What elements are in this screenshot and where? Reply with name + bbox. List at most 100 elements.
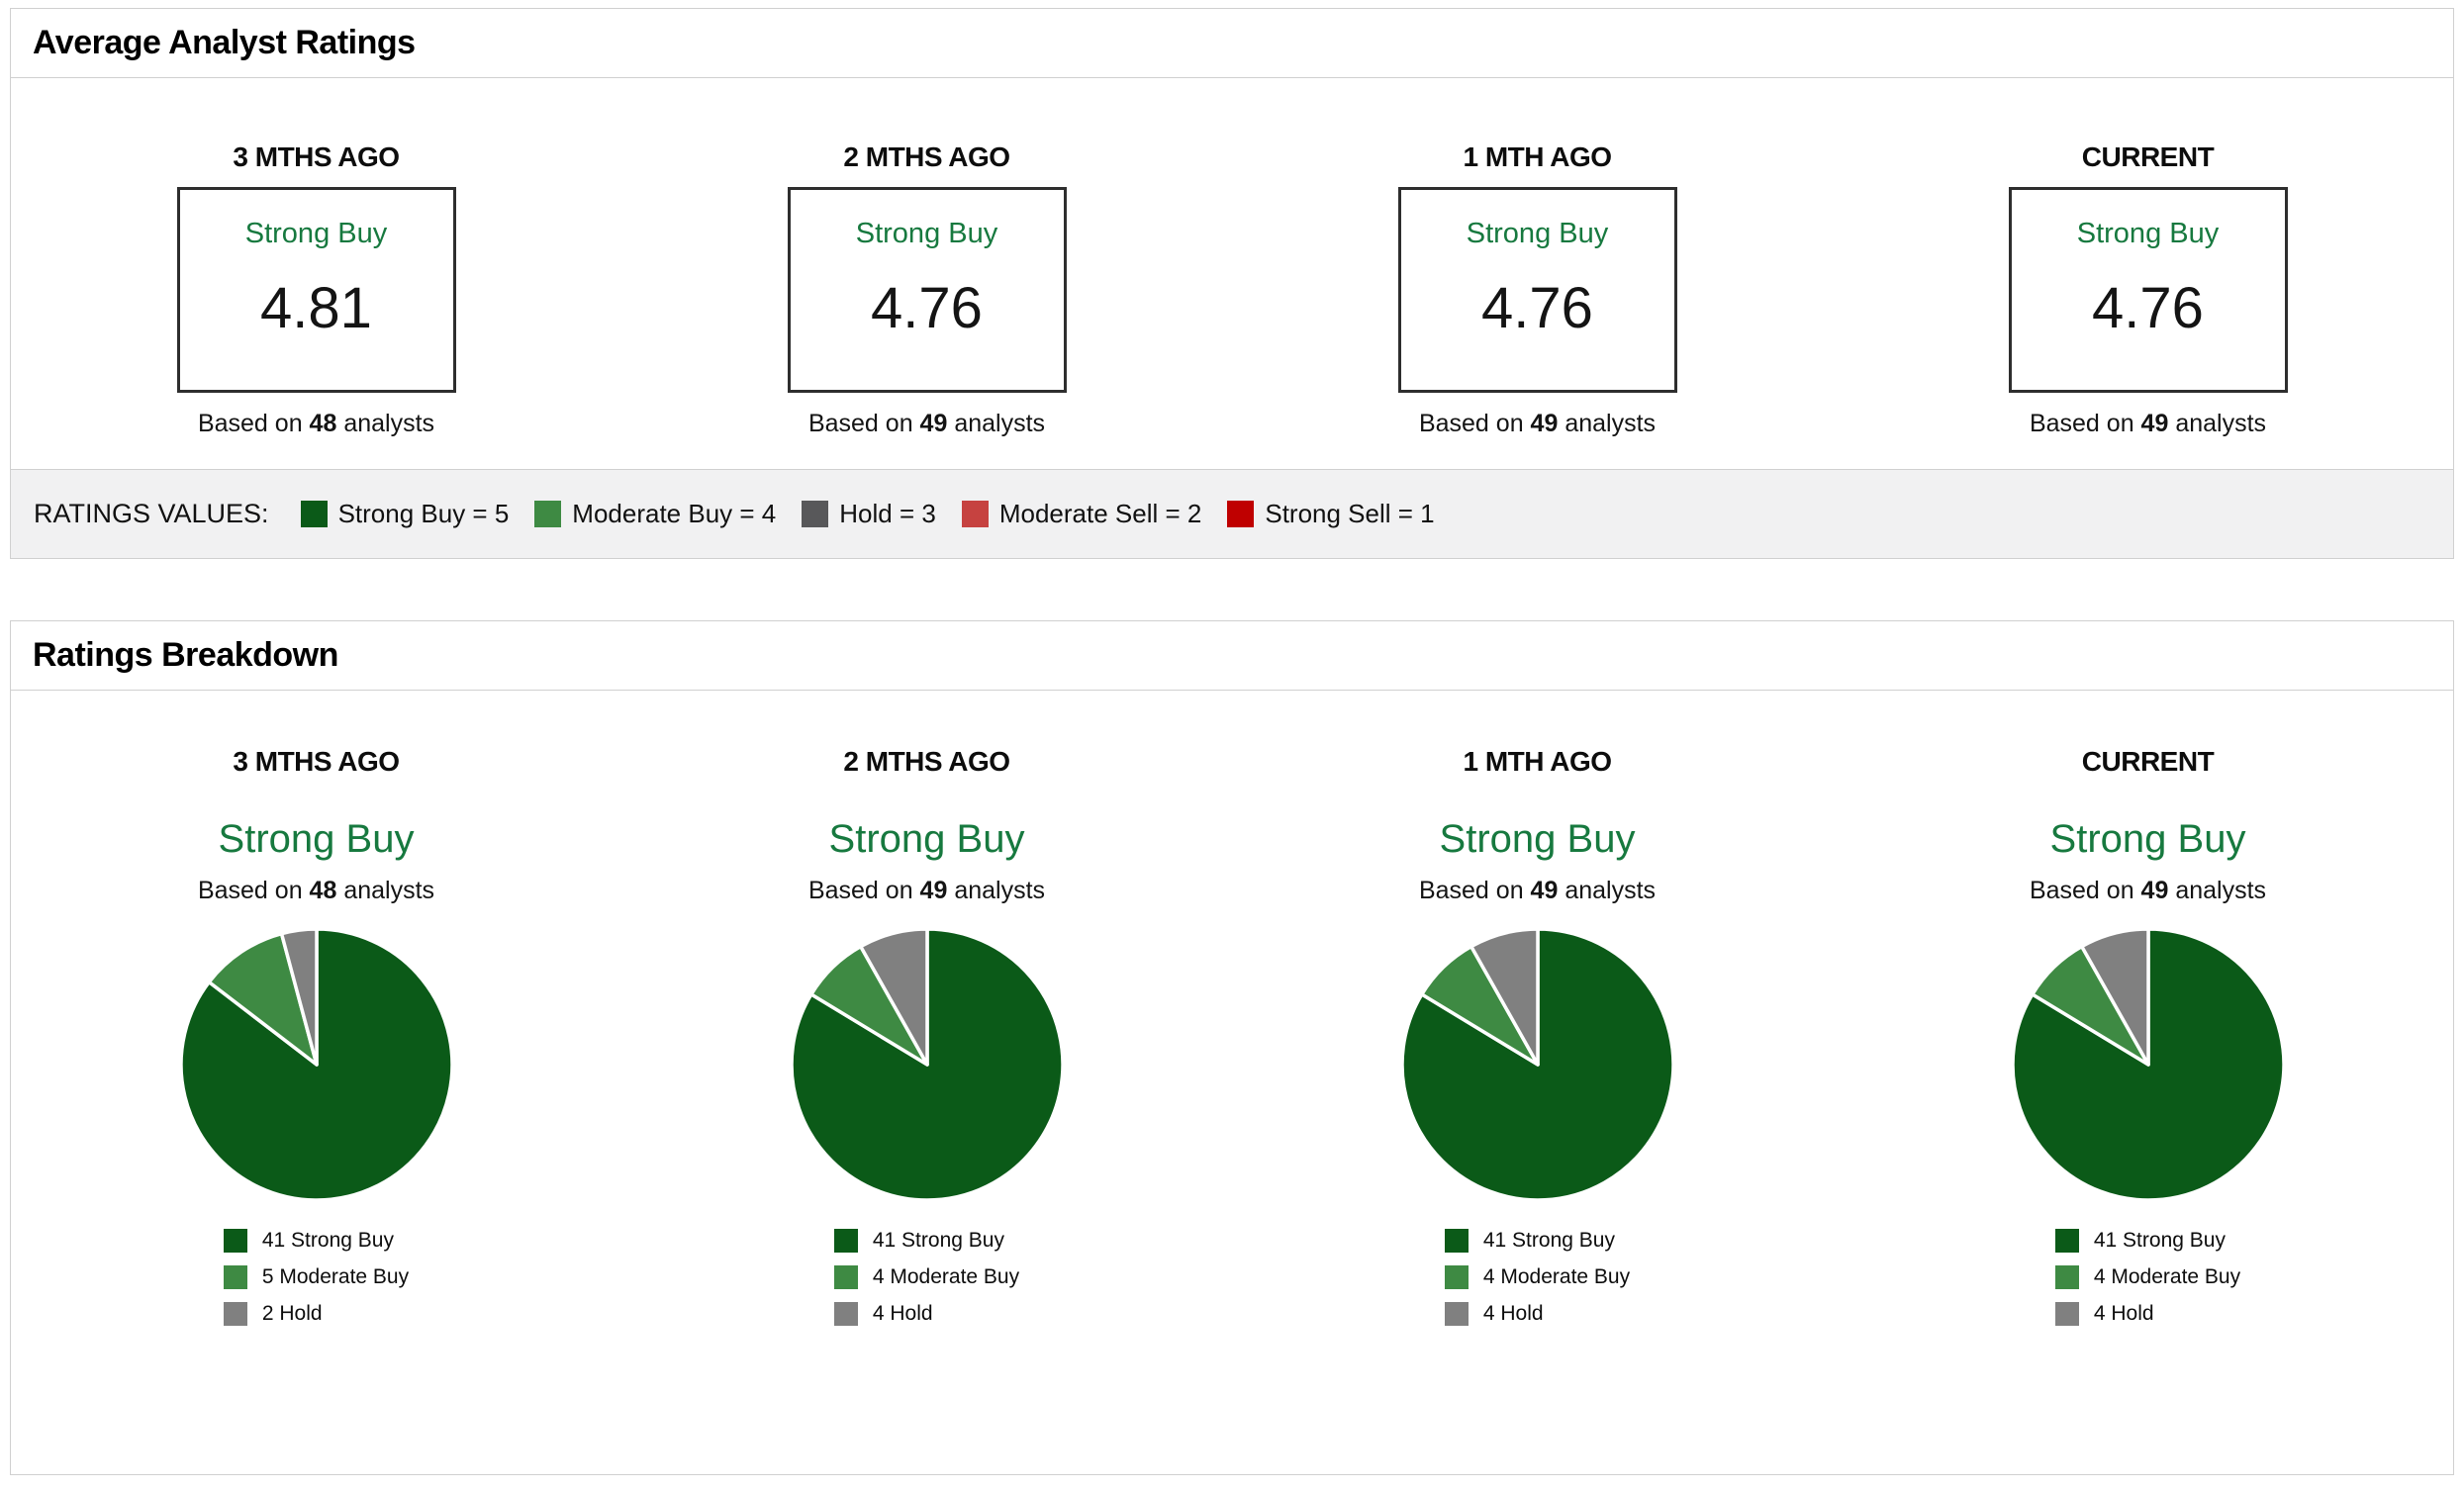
ratings-pie-chart <box>1399 926 1676 1203</box>
legend-item-label: Moderate Buy = 4 <box>572 499 776 529</box>
average-column-3mths: 3 MTHS AGO Strong Buy 4.81 Based on 48 a… <box>11 141 621 469</box>
based-on-prefix: Based on <box>2030 877 2134 904</box>
moderate-buy-swatch <box>224 1265 247 1289</box>
legend-item-moderate-sell: Moderate Sell = 2 <box>962 499 1202 529</box>
ratings-breakdown-title: Ratings Breakdown <box>33 636 338 675</box>
ratings-pie-chart <box>2010 926 2287 1203</box>
legend-item-label: Strong Buy = 5 <box>338 499 510 529</box>
average-score: 4.81 <box>260 278 372 339</box>
pie-legend-label: 4 Moderate Buy <box>873 1265 1019 1289</box>
pie-legend-label: 41 Strong Buy <box>262 1229 394 1253</box>
based-on-prefix: Based on <box>198 410 303 437</box>
average-ratings-body: 3 MTHS AGO Strong Buy 4.81 Based on 48 a… <box>11 78 2453 469</box>
legend-item-strong-buy: Strong Buy = 5 <box>301 499 510 529</box>
consensus-label: Strong Buy <box>2050 816 2246 862</box>
pie-legend: 41 Strong Buy 4 Moderate Buy 4 Hold <box>1445 1229 1630 1326</box>
average-column-current: CURRENT Strong Buy 4.76 Based on 49 anal… <box>1843 141 2453 469</box>
pie-legend-label: 41 Strong Buy <box>1483 1229 1615 1253</box>
analyst-count: 49 <box>1531 410 1559 437</box>
legend-item-label: Strong Sell = 1 <box>1265 499 1434 529</box>
hold-swatch <box>2055 1302 2079 1326</box>
based-on-analysts: Based on 49 analysts <box>2030 877 2266 905</box>
based-on-suffix: analysts <box>1564 877 1656 904</box>
based-on-suffix: analysts <box>954 410 1045 437</box>
moderate-buy-swatch <box>1445 1265 1469 1289</box>
strong-buy-swatch <box>834 1229 858 1253</box>
ratings-values-legend: RATINGS VALUES: Strong Buy = 5 Moderate … <box>11 469 2453 558</box>
based-on-prefix: Based on <box>808 410 913 437</box>
hold-swatch <box>834 1302 858 1326</box>
pie-legend-row-moderate-buy: 5 Moderate Buy <box>224 1265 409 1289</box>
legend-item-hold: Hold = 3 <box>802 499 936 529</box>
average-column-2mths: 2 MTHS AGO Strong Buy 4.76 Based on 49 a… <box>621 141 1232 469</box>
analyst-count: 49 <box>920 410 948 437</box>
based-on-analysts: Based on 49 analysts <box>1419 410 1656 438</box>
average-column-1mth: 1 MTH AGO Strong Buy 4.76 Based on 49 an… <box>1232 141 1843 469</box>
based-on-suffix: analysts <box>1564 410 1656 437</box>
rating-score-box: Strong Buy 4.76 <box>1398 187 1677 393</box>
based-on-analysts: Based on 48 analysts <box>198 410 434 438</box>
pie-legend-row-hold: 4 Hold <box>834 1302 1019 1326</box>
hold-swatch <box>1445 1302 1469 1326</box>
ratings-values-label: RATINGS VALUES: <box>34 499 269 529</box>
consensus-label: Strong Buy <box>1440 816 1636 862</box>
period-label: 1 MTH AGO <box>1463 746 1611 778</box>
based-on-prefix: Based on <box>198 877 303 904</box>
hold-swatch <box>802 501 828 527</box>
consensus-label: Strong Buy <box>2077 218 2219 250</box>
pie-legend-label: 41 Strong Buy <box>2094 1229 2226 1253</box>
ratings-breakdown-header: Ratings Breakdown <box>11 621 2453 691</box>
analyst-count: 49 <box>1531 877 1559 904</box>
based-on-analysts: Based on 49 analysts <box>2030 410 2266 438</box>
hold-swatch <box>224 1302 247 1326</box>
breakdown-column-current: CURRENT Strong Buy Based on 49 analysts … <box>1843 746 2453 1474</box>
pie-legend: 41 Strong Buy 4 Moderate Buy 4 Hold <box>2055 1229 2240 1326</box>
analyst-count: 48 <box>310 877 337 904</box>
pie-legend-row-strong-buy: 41 Strong Buy <box>224 1229 409 1253</box>
ratings-pie-chart <box>789 926 1066 1203</box>
legend-item-label: Hold = 3 <box>839 499 936 529</box>
pie-legend-row-hold: 2 Hold <box>224 1302 409 1326</box>
breakdown-column-3mths: 3 MTHS AGO Strong Buy Based on 48 analys… <box>11 746 621 1474</box>
legend-item-strong-sell: Strong Sell = 1 <box>1227 499 1434 529</box>
pie-legend-row-moderate-buy: 4 Moderate Buy <box>834 1265 1019 1289</box>
based-on-suffix: analysts <box>954 877 1045 904</box>
period-label: 3 MTHS AGO <box>233 746 399 778</box>
pie-legend-label: 4 Moderate Buy <box>2094 1265 2240 1289</box>
based-on-suffix: analysts <box>343 877 434 904</box>
consensus-label: Strong Buy <box>829 816 1025 862</box>
based-on-suffix: analysts <box>343 410 434 437</box>
legend-item-label: Moderate Sell = 2 <box>999 499 1202 529</box>
moderate-buy-swatch <box>2055 1265 2079 1289</box>
breakdown-column-1mth: 1 MTH AGO Strong Buy Based on 49 analyst… <box>1232 746 1843 1474</box>
moderate-sell-swatch <box>962 501 989 527</box>
rating-score-box: Strong Buy 4.81 <box>177 187 456 393</box>
pie-legend-label: 2 Hold <box>262 1302 323 1326</box>
strong-buy-swatch <box>301 501 328 527</box>
consensus-label: Strong Buy <box>1467 218 1608 250</box>
legend-item-moderate-buy: Moderate Buy = 4 <box>534 499 776 529</box>
average-ratings-panel: Average Analyst Ratings 3 MTHS AGO Stron… <box>10 8 2454 559</box>
pie-legend-row-strong-buy: 41 Strong Buy <box>834 1229 1019 1253</box>
based-on-prefix: Based on <box>1419 877 1524 904</box>
average-ratings-title: Average Analyst Ratings <box>33 24 416 62</box>
analyst-count: 49 <box>2141 877 2169 904</box>
pie-legend-label: 41 Strong Buy <box>873 1229 1004 1253</box>
analyst-count: 49 <box>920 877 948 904</box>
rating-score-box: Strong Buy 4.76 <box>788 187 1067 393</box>
based-on-analysts: Based on 49 analysts <box>1419 877 1656 905</box>
average-score: 4.76 <box>871 278 983 339</box>
strong-buy-swatch <box>1445 1229 1469 1253</box>
based-on-suffix: analysts <box>2175 410 2266 437</box>
based-on-analysts: Based on 48 analysts <box>198 877 434 905</box>
pie-legend-row-moderate-buy: 4 Moderate Buy <box>2055 1265 2240 1289</box>
strong-buy-swatch <box>224 1229 247 1253</box>
pie-legend: 41 Strong Buy 5 Moderate Buy 2 Hold <box>224 1229 409 1326</box>
pie-legend-row-hold: 4 Hold <box>1445 1302 1630 1326</box>
based-on-prefix: Based on <box>2030 410 2134 437</box>
ratings-breakdown-body: 3 MTHS AGO Strong Buy Based on 48 analys… <box>11 691 2453 1474</box>
analyst-count: 49 <box>2141 410 2169 437</box>
pie-legend-row-strong-buy: 41 Strong Buy <box>1445 1229 1630 1253</box>
rating-score-box: Strong Buy 4.76 <box>2009 187 2288 393</box>
moderate-buy-swatch <box>534 501 561 527</box>
